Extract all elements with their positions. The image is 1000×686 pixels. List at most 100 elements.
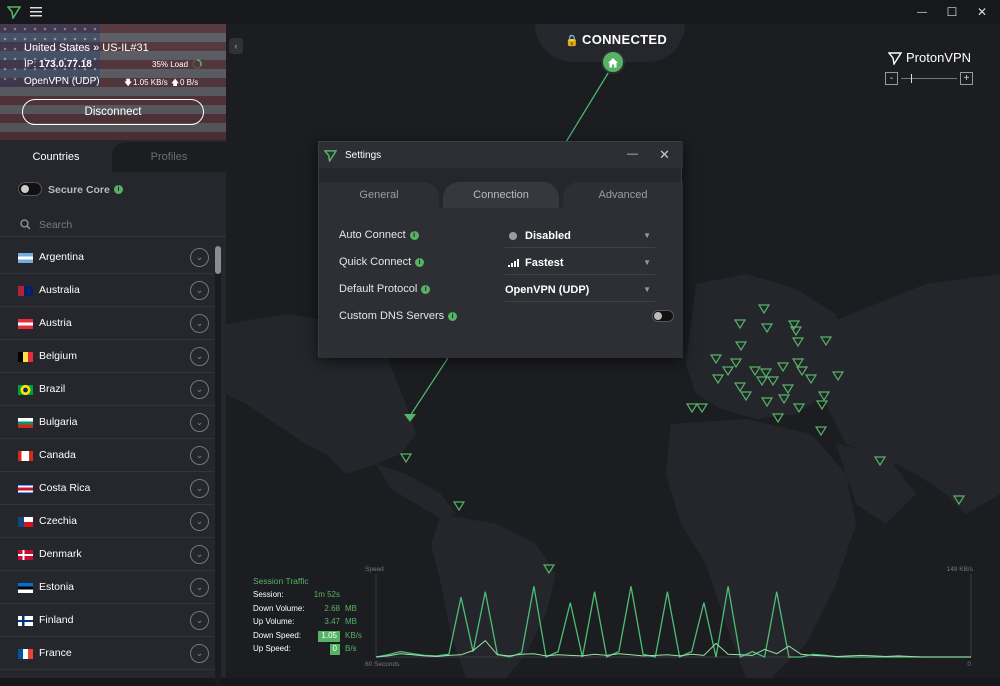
download-arrow-icon: 🡇 [124, 78, 133, 87]
chevron-down-icon: ▼ [643, 285, 651, 294]
ip-label: IP: [24, 59, 37, 70]
protonvpn-logo-icon [888, 51, 902, 65]
list-item[interactable]: Finland ⌄ [0, 604, 214, 637]
country-name: Estonia [39, 581, 75, 593]
up-speed-value: 0 [329, 644, 340, 655]
brand: ProtonVPN [888, 50, 971, 65]
tab-countries[interactable]: Countries [0, 142, 112, 172]
chevron-down-icon[interactable]: ⌄ [190, 512, 209, 531]
chevron-down-icon[interactable]: ⌄ [190, 611, 209, 630]
chevron-down-icon[interactable]: ⌄ [190, 380, 209, 399]
chart-ylabel: Speed [365, 566, 384, 573]
list-item[interactable]: Australia ⌄ [0, 274, 214, 307]
session-value: 1m 52s [313, 590, 340, 599]
info-icon[interactable]: i [448, 312, 458, 321]
chevron-down-icon[interactable]: ⌄ [190, 347, 209, 366]
custom-dns-toggle[interactable] [652, 310, 674, 322]
list-item[interactable]: Bulgaria ⌄ [0, 406, 214, 439]
country-name: Denmark [39, 548, 82, 560]
down-speed-label: Down Speed: [253, 630, 302, 640]
disconnect-button[interactable]: Disconnect [22, 99, 204, 125]
country-name: Austria [39, 317, 72, 329]
country-name: Canada [39, 449, 76, 461]
denmark-flag-icon [18, 550, 33, 560]
list-item[interactable]: Czechia ⌄ [0, 505, 214, 538]
list-item[interactable]: Canada ⌄ [0, 439, 214, 472]
quick-connect-select[interactable]: Fastest ▼ [505, 251, 655, 275]
down-speed-row: Down Speed: 1.05 KB/s [253, 630, 368, 645]
chevron-down-icon[interactable]: ⌄ [190, 248, 209, 267]
zoom-slider-handle[interactable] [911, 74, 912, 83]
chevron-down-icon[interactable]: ⌄ [190, 578, 209, 597]
chevron-down-icon[interactable]: ⌄ [190, 479, 209, 498]
protonvpn-logo-icon [4, 0, 24, 24]
chevron-down-icon[interactable]: ⌄ [190, 545, 209, 564]
info-icon[interactable]: i [114, 185, 123, 194]
ip-row: IP: 173.0.77.18 [24, 59, 92, 70]
country-list-scrollbar[interactable] [215, 246, 221, 686]
chevron-down-icon[interactable]: ⌄ [190, 281, 209, 300]
list-item[interactable]: Denmark ⌄ [0, 538, 214, 571]
server-load: 35% Load [152, 60, 189, 69]
list-item[interactable]: Argentina ⌄ [0, 241, 214, 274]
default-protocol-select[interactable]: OpenVPN (UDP) ▼ [505, 278, 655, 302]
ip-address: 173.0.77.18 [39, 59, 92, 70]
home-icon[interactable] [601, 50, 625, 74]
tab-connection[interactable]: Connection [443, 182, 559, 208]
settings-minimize-button[interactable]: — [627, 148, 638, 160]
zoom-slider[interactable] [901, 78, 957, 79]
czechia-flag-icon [18, 517, 33, 527]
tab-general[interactable]: General [319, 182, 439, 208]
canada-flag-icon [18, 451, 33, 461]
list-item[interactable]: Brazil ⌄ [0, 373, 214, 406]
zoom-control: - + [885, 72, 973, 86]
country-name: Belgium [39, 350, 77, 362]
country-name: Finland [39, 614, 74, 626]
up-volume-unit: MB [345, 617, 357, 626]
chevron-down-icon[interactable]: ⌄ [190, 413, 209, 432]
info-icon[interactable]: i [415, 258, 425, 267]
server-name: United States » US-IL#31 [24, 42, 149, 54]
zoom-out-button[interactable]: - [885, 72, 898, 85]
load-ring-icon [192, 59, 202, 69]
custom-dns-label: Custom DNS Servers [339, 310, 445, 322]
speed-chart: Speed 149 KB/s 60 Seconds 0 [365, 566, 974, 668]
search-icon [20, 219, 31, 230]
search-input[interactable]: Search [39, 219, 72, 231]
chevron-down-icon[interactable]: ⌄ [190, 314, 209, 333]
tab-advanced[interactable]: Advanced [563, 182, 683, 208]
default-protocol-label: Default Protocol [339, 283, 418, 295]
disabled-dot-icon [509, 231, 517, 240]
scrollbar-thumb[interactable] [215, 246, 221, 274]
up-speed-label: Up Speed: [253, 644, 291, 653]
tab-profiles[interactable]: Profiles [112, 142, 226, 172]
list-item[interactable]: Belgium ⌄ [0, 340, 214, 373]
zoom-in-button[interactable]: + [960, 72, 973, 85]
austria-flag-icon [18, 319, 33, 329]
country-name: Argentina [39, 251, 84, 263]
close-button[interactable]: ✕ [968, 0, 996, 24]
title-bar: — ☐ ✕ [0, 0, 1000, 24]
list-item[interactable]: Estonia ⌄ [0, 571, 214, 604]
list-item[interactable]: France ⌄ [0, 637, 214, 670]
chevron-down-icon[interactable]: ⌄ [190, 644, 209, 663]
list-item[interactable]: Costa Rica ⌄ [0, 472, 214, 505]
hamburger-menu-icon[interactable] [28, 0, 44, 24]
info-icon[interactable]: i [409, 231, 419, 240]
argentina-flag-icon [18, 253, 33, 263]
chevron-down-icon[interactable]: ⌄ [190, 446, 209, 465]
info-icon[interactable]: i [421, 285, 431, 294]
country-name: Bulgaria [39, 416, 78, 428]
down-speed-value: 1.05 [318, 630, 340, 642]
search-box[interactable]: Search [0, 211, 226, 237]
minimize-button[interactable]: — [908, 0, 936, 24]
collapse-sidebar-button[interactable]: ‹ [229, 38, 243, 54]
belgium-flag-icon [18, 352, 33, 362]
settings-close-button[interactable]: ✕ [659, 147, 670, 163]
secure-core-toggle[interactable] [18, 182, 42, 196]
upload-rate: 0 B/s [180, 78, 199, 87]
maximize-button[interactable]: ☐ [938, 0, 966, 24]
list-item[interactable]: Austria ⌄ [0, 307, 214, 340]
auto-connect-select[interactable]: Disabled ▼ [505, 224, 655, 248]
session-row: Session: 1m 52s [253, 590, 368, 604]
